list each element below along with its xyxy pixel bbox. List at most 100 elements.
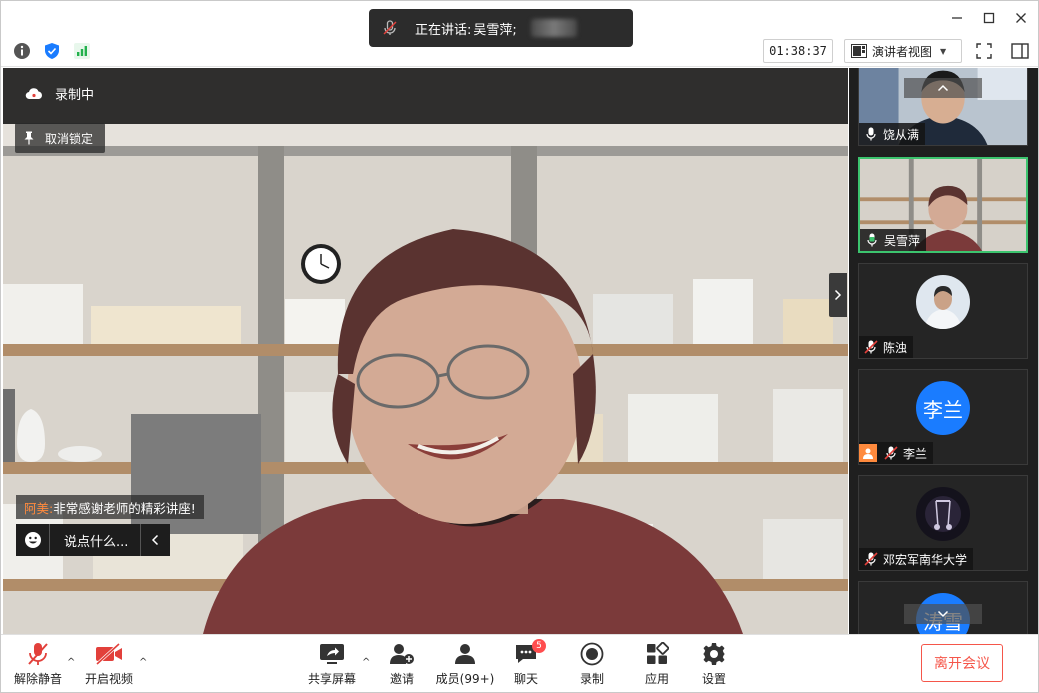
security-button[interactable] (41, 40, 63, 62)
collapse-gallery-button[interactable] (829, 273, 847, 317)
members-button[interactable]: 成员(99+) (435, 641, 495, 687)
start-video-label: 开启视频 (84, 672, 133, 686)
maximize-icon (983, 12, 995, 24)
view-mode-label: 演讲者视图 (872, 44, 933, 59)
shield-icon (45, 43, 59, 59)
host-icon (859, 444, 877, 462)
participant-name: 邓宏军南华大学 (883, 552, 968, 567)
participant-tile[interactable]: 李兰 李兰 (858, 369, 1028, 465)
share-options-caret[interactable]: ^ (362, 657, 370, 668)
participant-label: 邓宏军南华大学 (859, 548, 974, 570)
invite-label: 邀请 (389, 672, 414, 686)
leave-meeting-button[interactable]: 离开会议 (921, 644, 1003, 682)
mic-muted-icon (24, 641, 52, 667)
chat-icon: 5 (512, 639, 546, 667)
chat-unread-badge: 5 (532, 639, 546, 653)
minimize-icon (952, 17, 962, 19)
record-button[interactable]: 录制 (576, 641, 608, 687)
meeting-timer: 01:38:37 (763, 39, 833, 63)
mic-muted-icon (863, 551, 879, 567)
share-screen-button[interactable]: 共享屏幕 (307, 641, 357, 687)
scroll-up-button[interactable] (904, 78, 982, 98)
chat-label: 聊天 (513, 672, 538, 686)
chevron-left-icon (151, 534, 158, 546)
speaking-name: 吴雪萍; (473, 22, 517, 38)
emoji-icon (24, 532, 41, 548)
participant-label: 饶从满 (859, 123, 926, 145)
apps-button[interactable]: 应用 (641, 641, 673, 687)
participant-name: 李兰 (903, 446, 928, 461)
participant-tile-active[interactable]: 吴雪萍 (858, 157, 1028, 253)
toggle-sidebar-button[interactable] (1009, 40, 1031, 62)
scroll-down-button[interactable] (904, 604, 982, 624)
participant-tile[interactable]: 邓宏军南华大学 (858, 475, 1028, 571)
fullscreen-button[interactable] (973, 40, 995, 62)
audio-options-caret[interactable]: ^ (67, 657, 75, 668)
chat-message-bubble: 阿美: 非常感谢老师的精彩讲座! (16, 495, 204, 519)
pin-icon (24, 131, 34, 145)
meeting-toolbar: 解除静音 ^ 开启视频 ^ 共享屏幕 ^ 邀请 成员(99+) 5 聊天 录制 … (1, 634, 1038, 692)
mic-muted-icon (383, 20, 397, 35)
video-off-icon (95, 641, 123, 667)
share-screen-icon (318, 641, 346, 667)
video-top-bar: 录制中 (3, 68, 848, 124)
chevron-down-icon (937, 610, 949, 618)
participant-label: 吴雪萍 (860, 229, 927, 251)
view-mode-select[interactable]: 演讲者视图 ▼ (844, 39, 962, 63)
close-button[interactable] (1007, 7, 1035, 29)
mic-muted-icon (863, 339, 879, 355)
participant-gallery: 饶从满 吴雪萍 陈浊 李兰 李兰 邓宏军南华大学 (849, 68, 1038, 634)
fullscreen-icon (976, 43, 992, 59)
speaker-video-feed (3, 124, 848, 634)
apps-label: 应用 (644, 672, 669, 686)
emoji-button[interactable] (16, 524, 50, 556)
invite-button[interactable]: 邀请 (384, 641, 420, 687)
chat-button[interactable]: 5 聊天 (510, 639, 546, 687)
redacted-name (530, 19, 577, 37)
chat-quick-input[interactable]: 说点什么... (16, 524, 170, 556)
participant-label: 陈浊 (859, 336, 914, 358)
chevron-up-icon (937, 84, 949, 92)
minimize-button[interactable] (943, 7, 971, 29)
network-status-button[interactable] (71, 40, 93, 62)
cloud-recording-icon (25, 87, 42, 99)
chat-placeholder[interactable]: 说点什么... (64, 531, 140, 550)
mic-muted-icon (883, 445, 899, 461)
speaker-view-icon (851, 44, 867, 58)
start-video-button[interactable]: 开启视频 (83, 641, 135, 687)
unpin-button[interactable]: 取消锁定 (15, 123, 106, 153)
unmute-button[interactable]: 解除静音 (13, 641, 63, 687)
record-icon (578, 641, 606, 667)
recording-label: 录制中 (55, 88, 95, 103)
recording-indicator: 录制中 (25, 84, 94, 103)
settings-button[interactable]: 设置 (698, 641, 730, 687)
main-video-area: 录制中 取消锁定 阿美: 非常感谢老师的精彩讲座! 说点什么... (3, 68, 848, 634)
share-screen-label: 共享屏幕 (307, 672, 356, 686)
info-icon (14, 43, 30, 59)
unpin-label: 取消锁定 (45, 131, 94, 146)
mic-speaking-icon (864, 232, 880, 248)
record-label: 录制 (579, 672, 604, 686)
meeting-window: 正在讲话: 吴雪萍; 01:38:37 演讲者视图 ▼ 录制中 取消锁定 阿美:… (0, 0, 1039, 693)
video-options-caret[interactable]: ^ (139, 657, 147, 668)
maximize-button[interactable] (975, 7, 1003, 29)
participant-name: 吴雪萍 (884, 233, 921, 248)
participant-label: 李兰 (859, 442, 934, 464)
settings-label: 设置 (701, 672, 726, 686)
add-user-icon (388, 641, 416, 667)
members-label: 成员(99+) (435, 672, 495, 686)
chat-sender: 阿美: (24, 500, 54, 516)
participant-tile[interactable]: 陈浊 (858, 263, 1028, 359)
participant-name: 饶从满 (883, 127, 920, 142)
chevron-right-icon (834, 289, 842, 301)
members-icon (451, 641, 479, 667)
avatar: 李兰 (916, 381, 970, 435)
speaking-label: 正在讲话: (415, 22, 472, 38)
close-icon (1016, 13, 1026, 23)
participant-name: 陈浊 (883, 340, 908, 355)
collapse-chat-button[interactable] (140, 524, 168, 556)
unmute-label: 解除静音 (13, 672, 62, 686)
avatar (916, 275, 970, 329)
sidebar-icon (1011, 43, 1029, 59)
meeting-info-button[interactable] (11, 40, 33, 62)
